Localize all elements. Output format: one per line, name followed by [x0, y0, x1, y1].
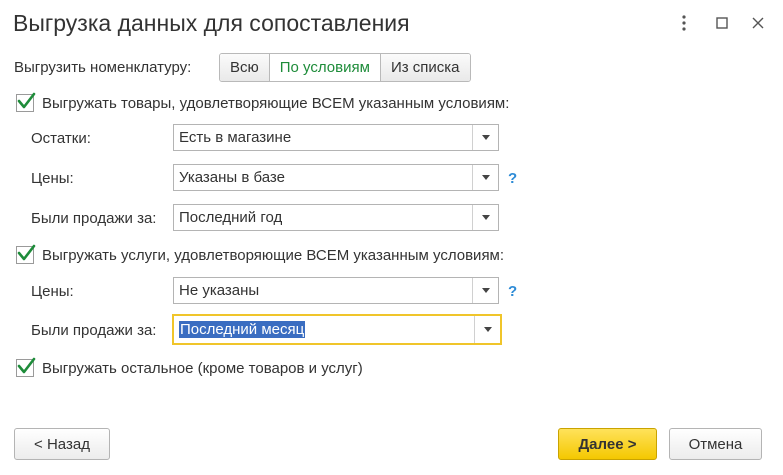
services-prices-combo[interactable]: Не указаны	[173, 277, 499, 304]
export-nomenclature-label: Выгрузить номенклатуру:	[14, 59, 192, 76]
goods-stock-combo[interactable]: Есть в магазине	[173, 124, 499, 151]
services-prices-value: Не указаны	[179, 282, 260, 299]
maximize-icon[interactable]	[711, 12, 733, 34]
goods-sales-label: Были продажи за:	[31, 210, 157, 227]
chevron-down-icon[interactable]	[472, 278, 498, 303]
goods-prices-value: Указаны в базе	[179, 169, 285, 186]
goods-prices-combo[interactable]: Указаны в базе	[173, 164, 499, 191]
close-icon[interactable]	[747, 12, 769, 34]
other-checkbox[interactable]	[16, 357, 36, 377]
services-checkbox-row[interactable]: Выгружать услуги, удовлетворяющие ВСЕМ у…	[16, 244, 505, 264]
back-button[interactable]: < Назад	[14, 428, 110, 460]
services-checkbox-label: Выгружать услуги, удовлетворяющие ВСЕМ у…	[42, 246, 505, 264]
more-options-icon[interactable]	[673, 12, 695, 34]
services-sales-value: Последний месяц	[174, 321, 474, 338]
services-sales-selected-text: Последний месяц	[179, 321, 306, 338]
checkmark-icon	[17, 92, 36, 109]
chevron-down-icon[interactable]	[472, 205, 498, 230]
services-prices-label: Цены:	[31, 283, 74, 300]
services-sales-combo[interactable]: Последний месяц	[172, 314, 502, 345]
export-nomenclature-segmented: Всю По условиям Из списка	[219, 53, 471, 82]
goods-checkbox-row[interactable]: Выгружать товары, удовлетворяющие ВСЕМ у…	[16, 92, 510, 112]
checkmark-icon	[17, 244, 36, 261]
chevron-down-icon[interactable]	[472, 165, 498, 190]
goods-prices-help-icon[interactable]: ?	[508, 170, 517, 187]
goods-stock-value: Есть в магазине	[179, 129, 292, 146]
goods-sales-combo[interactable]: Последний год	[173, 204, 499, 231]
window-title: Выгрузка данных для сопоставления	[13, 10, 410, 36]
services-sales-label: Были продажи за:	[31, 322, 157, 339]
goods-checkbox[interactable]	[16, 92, 36, 112]
segment-all[interactable]: Всю	[220, 54, 270, 81]
segment-from-list[interactable]: Из списка	[380, 54, 470, 81]
next-button[interactable]: Далее >	[558, 428, 657, 460]
chevron-down-icon[interactable]	[472, 125, 498, 150]
other-checkbox-label: Выгружать остальное (кроме товаров и усл…	[42, 359, 363, 377]
goods-checkbox-label: Выгружать товары, удовлетворяющие ВСЕМ у…	[42, 94, 510, 112]
other-checkbox-row[interactable]: Выгружать остальное (кроме товаров и усл…	[16, 357, 363, 377]
goods-prices-label: Цены:	[31, 170, 74, 187]
segment-by-conditions[interactable]: По условиям	[269, 54, 381, 81]
cancel-button[interactable]: Отмена	[669, 428, 762, 460]
goods-sales-value: Последний год	[179, 209, 283, 226]
checkmark-icon	[17, 357, 36, 374]
chevron-down-icon[interactable]	[474, 316, 500, 343]
goods-stock-label: Остатки:	[31, 130, 91, 147]
services-prices-help-icon[interactable]: ?	[508, 283, 517, 300]
services-checkbox[interactable]	[16, 244, 36, 264]
